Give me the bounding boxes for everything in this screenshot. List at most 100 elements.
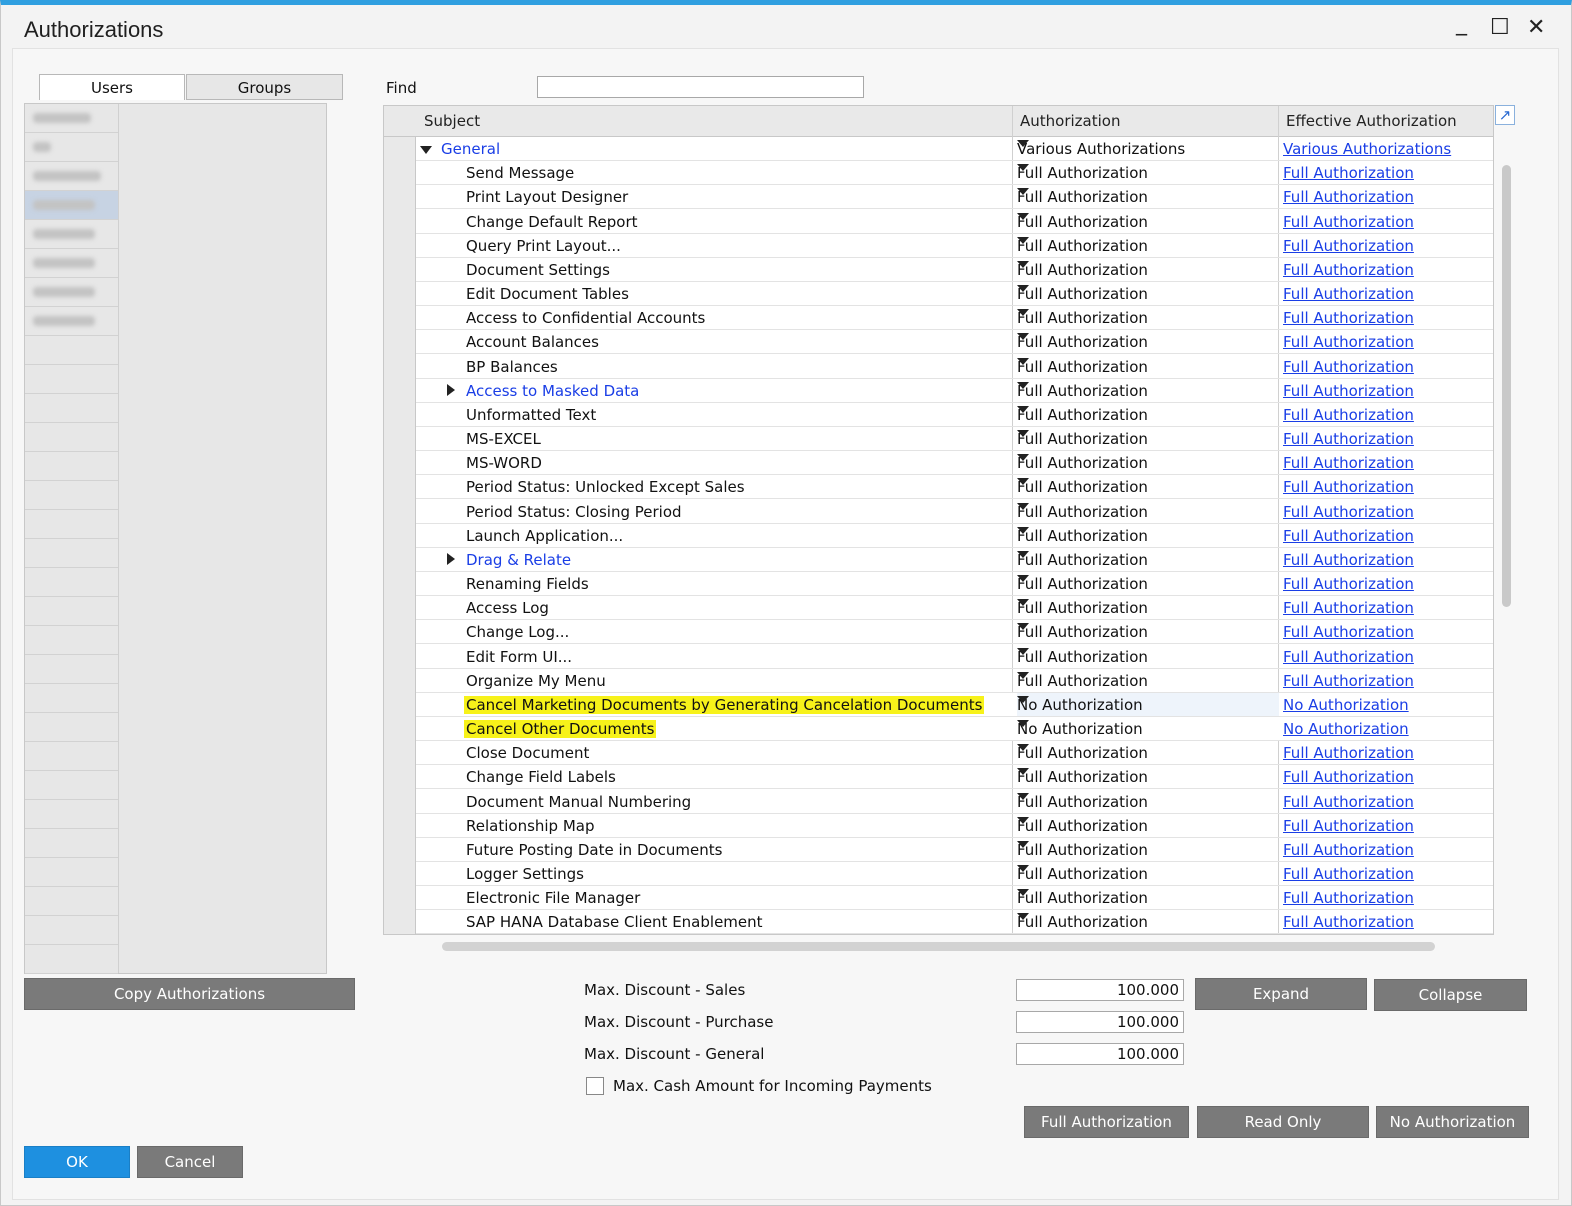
table-row[interactable]: Future Posting Date in Documents Full Aut… [416,838,1493,862]
table-row[interactable]: Drag & Relate Full Authorization Full Auth… [416,548,1493,572]
table-row[interactable]: Account Balances Full Authorization Full A… [416,330,1493,355]
effective-authorization-link[interactable]: Full Authorization [1283,237,1414,255]
table-row[interactable]: Edit Document Tables Full Authorization Fu… [416,282,1493,307]
no-authorization-button[interactable]: No Authorization [1376,1106,1529,1138]
list-item[interactable] [25,829,118,858]
dropdown-arrow-icon[interactable] [1017,309,1029,317]
authorization-select[interactable]: Full Authorization [1017,282,1279,305]
effective-authorization-link[interactable]: Full Authorization [1283,333,1414,351]
table-row[interactable]: Print Layout Designer Full Authorization F… [416,185,1493,210]
table-row[interactable]: Document Manual Numbering Full Authorizat… [416,790,1493,814]
effective-authorization-link[interactable]: Full Authorization [1283,503,1414,521]
authorization-select[interactable]: Full Authorization [1017,645,1279,668]
authorization-select[interactable]: Full Authorization [1017,741,1279,764]
column-header-authorization[interactable]: Authorization [1020,112,1120,130]
table-row[interactable]: Unformatted Text Full Authorization Full A… [416,403,1493,427]
table-row[interactable]: Access Log Full Authorization Full Authori… [416,596,1493,621]
effective-authorization-link[interactable]: Full Authorization [1283,164,1414,182]
effective-authorization-link[interactable]: Full Authorization [1283,599,1414,617]
authorization-select[interactable]: Full Authorization [1017,524,1279,547]
subject-cell[interactable]: Access to Masked Data [466,382,639,400]
authorization-select[interactable]: Full Authorization [1017,886,1279,909]
authorization-select[interactable]: Full Authorization [1017,161,1279,184]
dropdown-arrow-icon[interactable] [1017,647,1029,655]
list-item[interactable] [25,800,118,829]
dropdown-arrow-icon[interactable] [1017,840,1029,848]
dropdown-arrow-icon[interactable] [1017,236,1029,244]
list-item[interactable] [25,336,118,365]
table-row[interactable]: Cancel Other Documents No Authorization No… [416,717,1493,742]
dropdown-arrow-icon[interactable] [1017,744,1029,752]
close-icon[interactable]: ✕ [1527,15,1545,40]
authorization-select[interactable]: Full Authorization [1017,258,1279,281]
table-row[interactable]: Change Log... Full Authorization Full Auth… [416,620,1493,645]
authorization-select[interactable]: Full Authorization [1017,427,1279,450]
dropdown-arrow-icon[interactable] [1017,720,1029,728]
dropdown-arrow-icon[interactable] [1017,550,1029,558]
authorization-select[interactable]: Full Authorization [1017,620,1279,643]
table-row[interactable]: Edit Form UI... Full Authorization Full Au… [416,645,1493,669]
list-item[interactable] [25,481,118,510]
effective-authorization-link[interactable]: Full Authorization [1283,213,1414,231]
list-item[interactable] [25,510,118,539]
effective-authorization-link[interactable]: Full Authorization [1283,623,1414,641]
effective-authorization-link[interactable]: Full Authorization [1283,793,1414,811]
dropdown-arrow-icon[interactable] [1017,381,1029,389]
table-row[interactable]: Access to Masked Data Full Authorization F… [416,379,1493,403]
horizontal-scrollbar[interactable] [442,942,1435,951]
dropdown-arrow-icon[interactable] [1017,212,1029,220]
read-only-button[interactable]: Read Only [1197,1106,1369,1138]
dropdown-arrow-icon[interactable] [1017,478,1029,486]
maximize-icon[interactable]: ☐ [1490,15,1510,40]
list-item[interactable] [25,771,118,800]
table-row[interactable]: MS-WORD Full Authorization Full Authorizat… [416,451,1493,476]
table-row[interactable]: SAP HANA Database Client Enablement Full … [416,910,1493,934]
authorization-select[interactable]: Full Authorization [1017,185,1279,208]
dropdown-arrow-icon[interactable] [1017,285,1029,293]
table-row[interactable]: BP Balances Full Authorization Full Author… [416,355,1493,379]
dropdown-arrow-icon[interactable] [1017,333,1029,341]
dropdown-arrow-icon[interactable] [1017,164,1029,172]
list-item[interactable] [25,365,118,394]
effective-authorization-link[interactable]: Full Authorization [1283,309,1414,327]
list-item[interactable] [25,684,118,713]
effective-authorization-link[interactable]: Full Authorization [1283,841,1414,859]
list-item[interactable] [25,104,118,133]
max-discount-general-field[interactable]: 100.000 [1016,1043,1184,1065]
find-input[interactable] [537,76,864,98]
tab-users[interactable]: Users [39,74,185,100]
list-item[interactable] [25,655,118,684]
table-row[interactable]: Logger Settings Full Authorization Full Au… [416,862,1493,887]
effective-authorization-link[interactable]: Full Authorization [1283,358,1414,376]
list-item-selected[interactable] [25,191,118,220]
column-header-subject[interactable]: Subject [424,112,480,130]
authorization-select[interactable]: No Authorization [1017,717,1279,740]
table-row[interactable]: Electronic File Manager Full Authorizatio… [416,886,1493,911]
effective-authorization-link[interactable]: Full Authorization [1283,672,1414,690]
minimize-icon[interactable]: _ [1456,11,1467,36]
effective-authorization-link[interactable]: Various Authorizations [1283,140,1451,158]
effective-authorization-link[interactable]: Full Authorization [1283,382,1414,400]
list-item[interactable] [25,626,118,655]
table-row[interactable]: Access to Confidential Accounts Full Auth… [416,306,1493,331]
effective-authorization-link[interactable]: Full Authorization [1283,285,1414,303]
table-row[interactable]: General Various Authorizations Various Aut… [416,137,1493,161]
dropdown-arrow-icon[interactable] [1017,599,1029,607]
authorization-select[interactable]: Various Authorizations [1017,137,1279,160]
authorization-select[interactable]: Full Authorization [1017,355,1279,378]
authorization-select[interactable]: Full Authorization [1017,500,1279,523]
authorization-select[interactable]: Full Authorization [1017,403,1279,426]
ok-button[interactable]: OK [24,1146,130,1178]
list-item[interactable] [25,133,118,162]
authorization-select[interactable]: Full Authorization [1017,596,1279,619]
effective-authorization-link[interactable]: Full Authorization [1283,768,1414,786]
dropdown-arrow-icon[interactable] [1017,865,1029,873]
effective-authorization-link[interactable]: Full Authorization [1283,188,1414,206]
effective-authorization-link[interactable]: Full Authorization [1283,527,1414,545]
dropdown-arrow-icon[interactable] [1017,140,1029,147]
dropdown-arrow-icon[interactable] [1017,671,1029,679]
user-list[interactable] [24,103,327,974]
authorization-select[interactable]: Full Authorization [1017,910,1279,933]
authorization-select[interactable]: Full Authorization [1017,765,1279,788]
dropdown-arrow-icon[interactable] [1017,188,1029,196]
